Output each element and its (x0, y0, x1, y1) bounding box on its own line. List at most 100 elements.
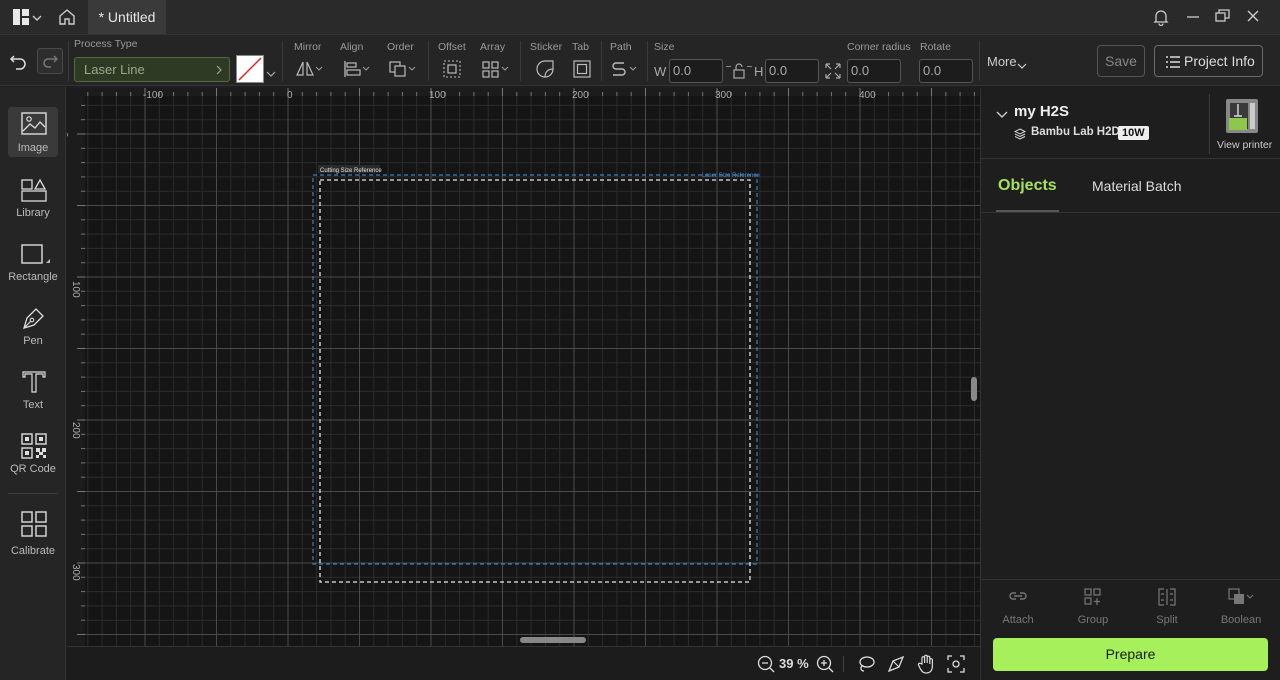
rotate-input[interactable]: 0.0 (919, 59, 973, 83)
align-icon[interactable] (342, 59, 372, 84)
boolean-button[interactable]: Boolean (1216, 588, 1266, 628)
design-canvas[interactable]: Cutting Size Reference Laser Size Refere… (67, 88, 980, 646)
zoom-out-icon[interactable] (757, 655, 775, 678)
attach-button[interactable]: Attach (993, 588, 1043, 628)
vertical-scrollbar[interactable] (971, 377, 977, 401)
list-icon (1166, 56, 1180, 68)
tab-icon[interactable] (572, 59, 592, 84)
tool-text[interactable]: Text (8, 365, 58, 415)
tabs-divider (981, 212, 1280, 213)
rectangle-icon (21, 244, 50, 264)
scale-fit-icon[interactable] (824, 62, 842, 85)
process-type-select[interactable]: Laser Line (74, 57, 230, 82)
height-input[interactable]: 0.0 (765, 59, 819, 83)
right-panel: my H2S Bambu Lab H2D 10W View printer Ob… (980, 88, 1280, 680)
width-input[interactable]: 0.0 (669, 59, 723, 83)
save-button[interactable]: Save (1097, 45, 1145, 77)
home-icon[interactable] (57, 7, 77, 32)
order-icon[interactable] (388, 59, 418, 84)
left-tool-panel: Image Library Rectangle Pen Text QR Code… (0, 87, 66, 680)
actions-divider (981, 579, 1280, 580)
tool-rectangle[interactable]: Rectangle (8, 237, 58, 287)
panel-divider (981, 158, 1280, 159)
ruler-y-label: 100 (70, 281, 81, 298)
cutting-size-reference-box (319, 179, 751, 583)
process-type-value: Laser Line (84, 62, 145, 77)
printer-thumbnail-icon[interactable] (1225, 98, 1259, 139)
path-icon[interactable] (610, 59, 640, 84)
tool-qr-code[interactable]: QR Code (8, 429, 58, 479)
printer-divider (1209, 94, 1210, 154)
tool-calibrate[interactable]: Calibrate (8, 507, 58, 557)
mirror-label: Mirror (294, 41, 322, 53)
printer-collapse-chevron-icon[interactable] (996, 107, 1008, 125)
group-button[interactable]: Group (1068, 588, 1118, 628)
tool-text-label: Text (22, 399, 44, 411)
project-info-button[interactable]: Project Info (1154, 45, 1263, 77)
ruler-y-label: 0 (67, 132, 69, 138)
attach-link-icon (1009, 592, 1027, 600)
prepare-button[interactable]: Prepare (993, 638, 1268, 671)
notification-bell-icon[interactable] (1152, 8, 1170, 31)
ruler-x-label: 0 (287, 90, 293, 101)
offset-icon[interactable] (442, 59, 462, 84)
tab-material-batch[interactable]: Material Batch (1092, 178, 1181, 194)
view-printer-link[interactable]: View printer (1217, 139, 1272, 151)
minimize-icon[interactable] (1186, 8, 1200, 31)
ruler-x-label: 400 (859, 90, 876, 101)
pan-hand-icon[interactable] (917, 654, 935, 679)
ruler-x-label: -100 (143, 90, 164, 101)
color-dropdown-chevron-icon[interactable] (266, 65, 276, 83)
canvas-grid: Cutting Size Reference Laser Size Refere… (67, 88, 980, 646)
mirror-icon[interactable] (295, 59, 325, 84)
pen-icon (23, 308, 44, 329)
text-icon (22, 371, 46, 393)
restore-window-icon[interactable] (1215, 8, 1231, 31)
property-toolbar: Process Type Laser Line Mirror Align Ord… (0, 34, 1280, 86)
redo-button[interactable] (37, 48, 63, 74)
lock-aspect-icon[interactable] (732, 63, 746, 84)
canvas-status-bar: 39 % (67, 646, 980, 680)
more-menu-button[interactable]: More (987, 54, 1017, 69)
boolean-icon (1228, 588, 1254, 604)
offset-label: Offset (438, 41, 466, 53)
sticker-icon[interactable] (535, 59, 555, 84)
status-divider (843, 656, 844, 672)
corner-radius-input[interactable]: 0.0 (847, 59, 901, 83)
calibrate-icon (21, 511, 47, 537)
node-edit-icon[interactable] (887, 655, 905, 678)
split-button[interactable]: Split (1142, 588, 1192, 628)
app-logo-icon[interactable] (12, 8, 30, 31)
no-color-slash-icon (238, 57, 262, 81)
height-prefix: H (754, 64, 764, 79)
tool-rectangle-label: Rectangle (8, 271, 58, 283)
tool-image[interactable]: Image (8, 107, 58, 157)
size-label: Size (654, 41, 675, 53)
laser-power-badge: 10W (1118, 126, 1149, 140)
undo-icon[interactable] (9, 52, 27, 75)
lasso-select-icon[interactable] (857, 655, 875, 678)
printer-name[interactable]: my H2S (1014, 103, 1069, 120)
close-window-icon[interactable] (1246, 8, 1260, 31)
tool-qr-code-label: QR Code (10, 463, 56, 475)
order-label: Order (387, 41, 414, 53)
tool-pen[interactable]: Pen (8, 301, 58, 351)
array-label: Array (480, 41, 506, 53)
chevron-right-icon (215, 63, 223, 81)
app-menu-chevron-icon[interactable] (32, 10, 42, 28)
cutting-size-reference-label: Cutting Size Reference (320, 168, 382, 174)
tool-library[interactable]: Library (8, 173, 58, 223)
array-icon[interactable] (481, 59, 511, 84)
document-tab[interactable]: * Untitled (88, 0, 166, 34)
horizontal-scrollbar[interactable] (520, 637, 586, 643)
qr-code-icon (21, 433, 47, 459)
fit-view-icon[interactable] (947, 655, 965, 678)
zoom-in-icon[interactable] (816, 655, 834, 678)
group-label: Group (1077, 614, 1109, 626)
ruler-x-label: 200 (572, 90, 589, 101)
ruler-y-label: 300 (70, 564, 81, 581)
tab-objects[interactable]: Objects (998, 177, 1057, 195)
color-swatch[interactable] (236, 55, 264, 83)
tool-library-label: Library (16, 207, 50, 219)
printer-model-icon (1013, 127, 1027, 145)
